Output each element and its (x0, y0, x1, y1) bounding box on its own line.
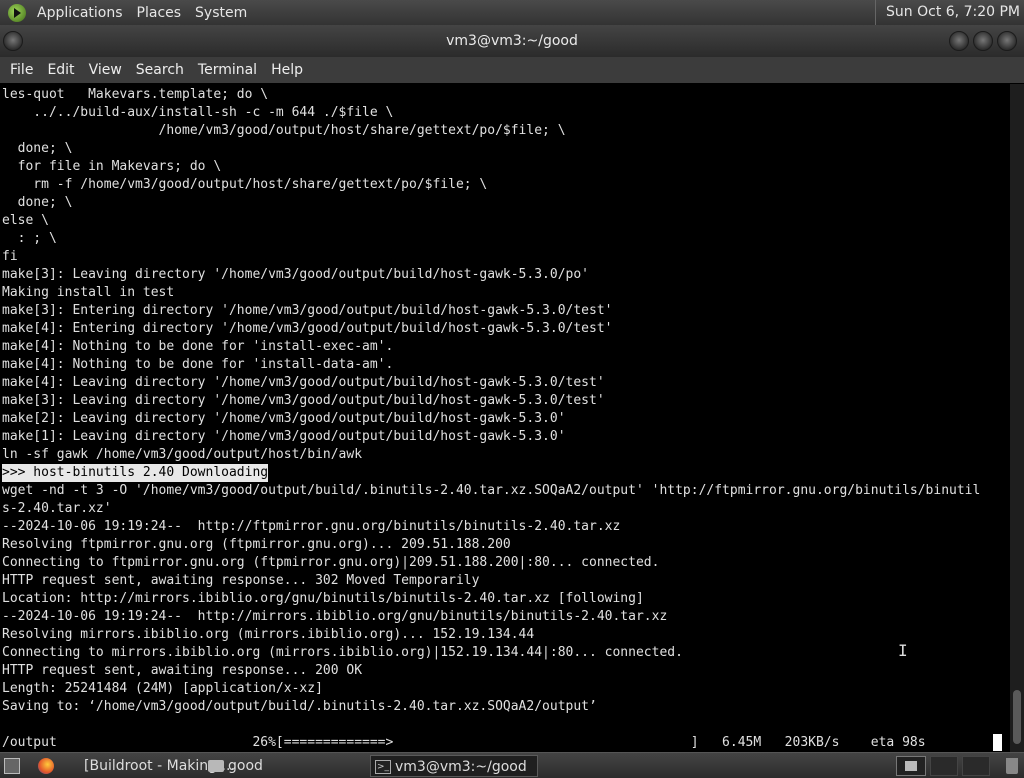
window-title-bar[interactable]: vm3@vm3:~/good (0, 25, 1024, 57)
terminal-line: Location: http://mirrors.ibiblio.org/gnu… (2, 591, 644, 606)
terminal-line: done; \ (2, 141, 73, 156)
taskbar-item-buildroot[interactable]: [Buildroot - Making ... (60, 755, 235, 777)
terminal-line: s-2.40.tar.xz' (2, 501, 112, 516)
terminal-line: Length: 25241484 (24M) [application/x-xz… (2, 681, 323, 696)
menu-places[interactable]: Places (130, 5, 189, 21)
text-cursor-icon: I (898, 641, 908, 660)
top-panel: Applications Places System Sun Oct 6, 7:… (0, 0, 1024, 25)
terminal-line: Connecting to ftpmirror.gnu.org (ftpmirr… (2, 555, 660, 570)
terminal-line: make[3]: Entering directory '/home/vm3/g… (2, 303, 613, 318)
taskbar-item-label: vm3@vm3:~/good (395, 759, 527, 775)
minimize-button[interactable] (949, 31, 969, 51)
terminal-menu-bar: File Edit View Search Terminal Help (0, 57, 1024, 83)
terminal-line: --2024-10-06 19:19:24-- http://mirrors.i… (2, 609, 668, 624)
folder-icon (208, 760, 224, 772)
applications-logo-icon[interactable] (8, 3, 26, 22)
workspace-switcher-3[interactable] (962, 756, 990, 776)
terminal-line: else \ (2, 213, 49, 228)
taskbar-item-terminal[interactable]: >_ vm3@vm3:~/good (370, 755, 538, 777)
show-desktop-icon[interactable] (4, 758, 20, 774)
firefox-icon[interactable] (38, 758, 54, 774)
menu-view[interactable]: View (82, 62, 129, 78)
maximize-button[interactable] (973, 31, 993, 51)
taskbar-item-label: good (228, 758, 263, 774)
terminal-line: wget -nd -t 3 -O '/home/vm3/good/output/… (2, 483, 981, 498)
terminal-line: HTTP request sent, awaiting response... … (2, 663, 363, 678)
terminal-line: /home/vm3/good/output/host/share/gettext… (2, 123, 566, 138)
terminal-line: make[3]: Leaving directory '/home/vm3/go… (2, 267, 589, 282)
terminal-line: Resolving ftpmirror.gnu.org (ftpmirror.g… (2, 537, 511, 552)
menu-terminal[interactable]: Terminal (191, 62, 264, 78)
terminal-line: make[3]: Leaving directory '/home/vm3/go… (2, 393, 605, 408)
terminal-line: ../../build-aux/install-sh -c -m 644 ./$… (2, 105, 394, 120)
terminal-line: fi (2, 249, 18, 264)
terminal-cursor (993, 734, 1002, 751)
close-button[interactable] (997, 31, 1017, 51)
terminal-line: : ; \ (2, 231, 57, 246)
terminal-line: Making install in test (2, 285, 175, 300)
terminal-line: make[1]: Leaving directory '/home/vm3/go… (2, 429, 566, 444)
terminal-scrollbar[interactable] (1010, 84, 1024, 752)
terminal-line: les-quot Makevars.template; do \ (2, 87, 269, 102)
terminal-output[interactable]: les-quot Makevars.template; do \ ../../b… (0, 84, 1010, 752)
terminal-line: Resolving mirrors.ibiblio.org (mirrors.i… (2, 627, 535, 642)
terminal-line: /output 26%[=============> ] 6.45M 203KB… (2, 735, 926, 750)
terminal-line: HTTP request sent, awaiting response... … (2, 573, 480, 588)
workspace-switcher-2[interactable] (930, 756, 958, 776)
trash-icon[interactable] (1006, 758, 1018, 774)
taskbar-item-good-folder[interactable]: good (204, 755, 364, 777)
menu-edit[interactable]: Edit (40, 62, 81, 78)
terminal-line: make[2]: Leaving directory '/home/vm3/go… (2, 411, 566, 426)
terminal-line: rm -f /home/vm3/good/output/host/share/g… (2, 177, 488, 192)
menu-system[interactable]: System (188, 5, 254, 21)
terminal-line: make[4]: Nothing to be done for 'install… (2, 339, 394, 354)
terminal-line: Connecting to mirrors.ibiblio.org (mirro… (2, 645, 683, 660)
window-menu-icon[interactable] (3, 31, 23, 51)
terminal-line: ln -sf gawk /home/vm3/good/output/host/b… (2, 447, 363, 462)
menu-search[interactable]: Search (129, 62, 191, 78)
menu-file[interactable]: File (3, 62, 40, 78)
terminal-line: for file in Makevars; do \ (2, 159, 222, 174)
terminal-line: make[4]: Nothing to be done for 'install… (2, 357, 394, 372)
workspace-switcher-1[interactable] (896, 756, 926, 776)
panel-clock[interactable]: Sun Oct 6, 7:20 PM (875, 0, 1020, 25)
menu-applications[interactable]: Applications (30, 5, 130, 21)
terminal-line: --2024-10-06 19:19:24-- http://ftpmirror… (2, 519, 621, 534)
terminal-icon: >_ (375, 760, 391, 774)
terminal-line: >>> host-binutils 2.40 Downloading (2, 464, 269, 482)
scrollbar-thumb[interactable] (1013, 690, 1021, 744)
terminal-line: Saving to: ‘/home/vm3/good/output/build/… (2, 699, 597, 714)
terminal-line: make[4]: Leaving directory '/home/vm3/go… (2, 375, 605, 390)
bottom-taskbar: [Buildroot - Making ... good >_ vm3@vm3:… (0, 752, 1024, 778)
terminal-line: make[4]: Entering directory '/home/vm3/g… (2, 321, 613, 336)
window-title: vm3@vm3:~/good (446, 33, 578, 49)
menu-help[interactable]: Help (264, 62, 310, 78)
terminal-line: done; \ (2, 195, 73, 210)
